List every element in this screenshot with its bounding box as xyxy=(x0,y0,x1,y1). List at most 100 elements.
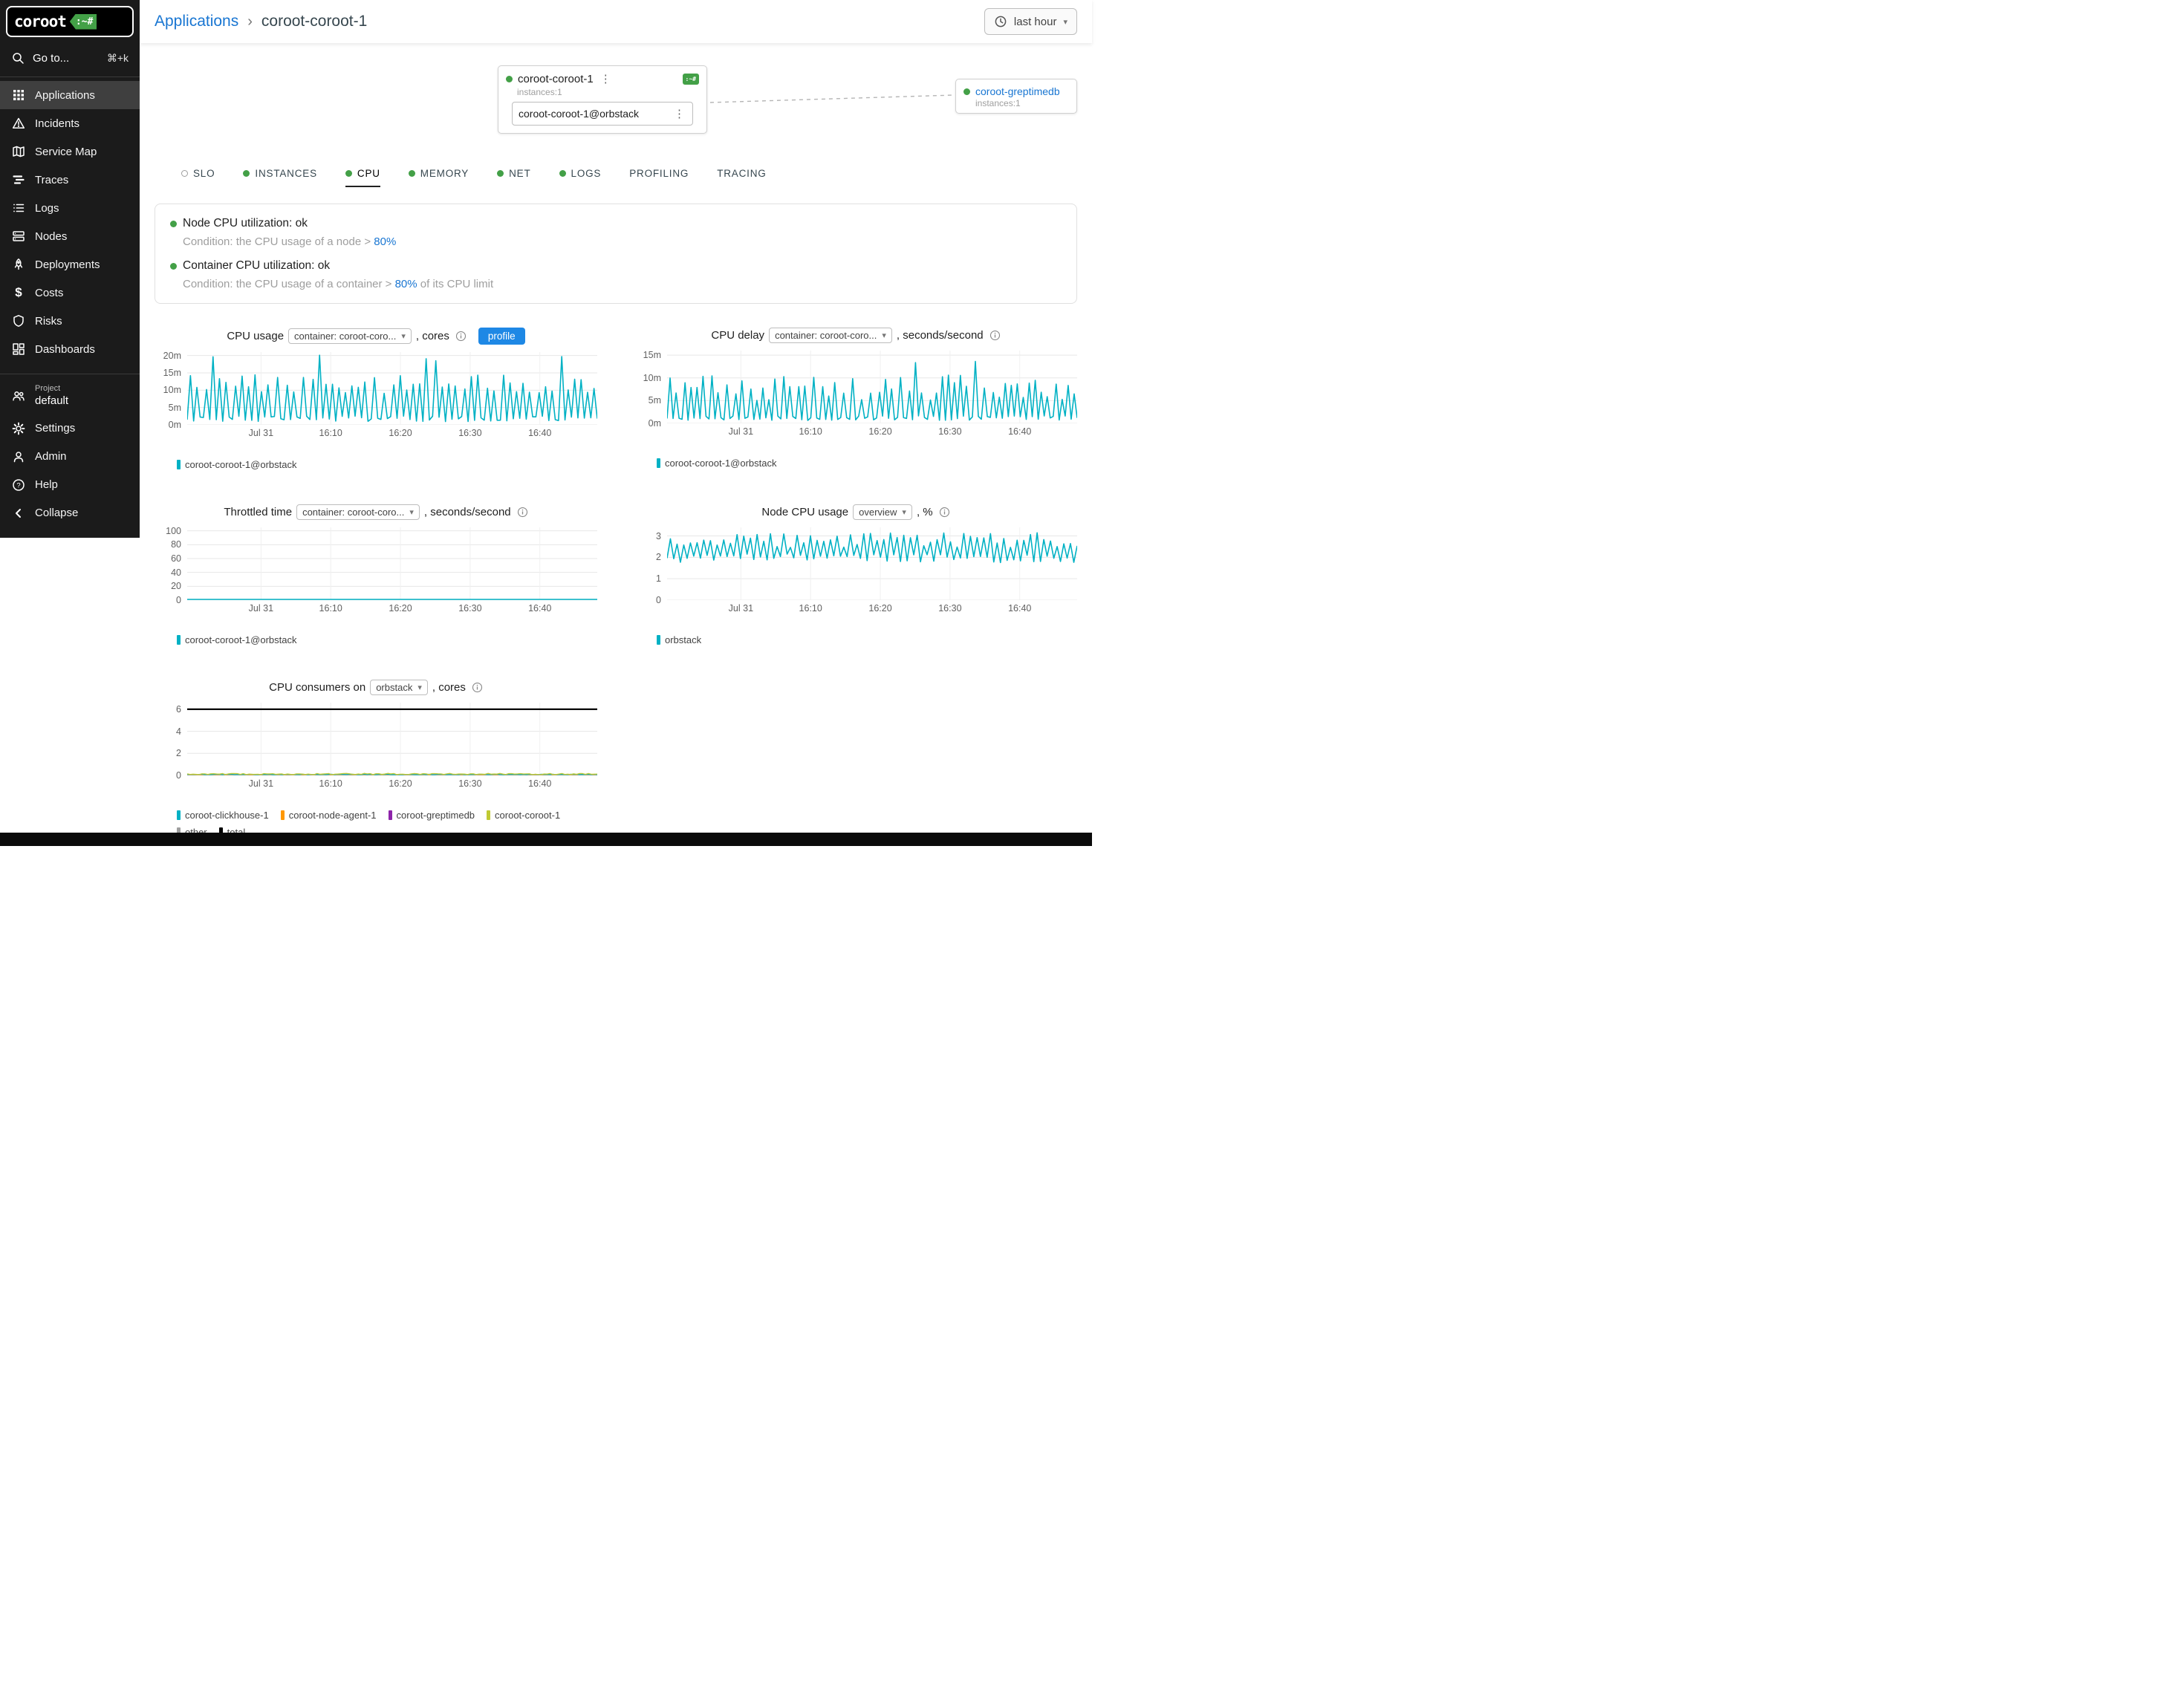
threshold-link[interactable]: 80% xyxy=(374,235,396,248)
sidebar-item-help[interactable]: ? Help xyxy=(0,471,140,499)
traces-icon xyxy=(12,173,25,186)
chart-canvas[interactable] xyxy=(187,703,597,775)
tab-slo[interactable]: SLO xyxy=(181,168,215,187)
info-icon[interactable] xyxy=(939,507,950,518)
info-icon[interactable] xyxy=(517,507,528,518)
sidebar-item-incidents[interactable]: Incidents xyxy=(0,109,140,137)
legend-item[interactable]: coroot-coroot-1 xyxy=(487,810,560,821)
x-axis-label: 16:40 xyxy=(528,778,551,789)
legend-item[interactable]: coroot-coroot-1@orbstack xyxy=(177,634,296,645)
tab-instances[interactable]: INSTANCES xyxy=(243,168,316,187)
sidebar-item-label: Settings xyxy=(35,422,75,435)
report-tabs: SLO INSTANCES CPU MEMORY NET LOGS PROFIL… xyxy=(155,168,1077,187)
node-selector[interactable]: orbstack▾ xyxy=(370,680,428,695)
chart-canvas[interactable] xyxy=(667,351,1077,423)
legend-label: coroot-coroot-1 xyxy=(495,810,560,821)
sidebar-item-risks[interactable]: Risks xyxy=(0,307,140,335)
x-axis-label: 16:20 xyxy=(389,428,412,438)
sidebar-item-label: Logs xyxy=(35,202,59,215)
tab-cpu[interactable]: CPU xyxy=(345,168,380,187)
x-axis-label: Jul 31 xyxy=(729,603,753,614)
charts-grid: CPU usage container: coroot-coro...▾ , c… xyxy=(155,328,1077,838)
x-axis-label: 16:20 xyxy=(868,426,891,437)
info-icon[interactable] xyxy=(472,682,483,693)
project-switcher[interactable]: Project default xyxy=(0,378,140,414)
x-axis-label: 16:20 xyxy=(389,778,412,789)
sidebar-item-label: Nodes xyxy=(35,230,67,243)
legend-item[interactable]: coroot-greptimedb xyxy=(389,810,475,821)
chart-canvas[interactable] xyxy=(187,527,597,600)
chart-canvas[interactable] xyxy=(187,352,597,425)
chart-legend: coroot-coroot-1@orbstack xyxy=(177,634,597,645)
tab-memory[interactable]: MEMORY xyxy=(409,168,469,187)
sidebar-item-settings[interactable]: Settings xyxy=(0,414,140,443)
legend-label: coroot-node-agent-1 xyxy=(289,810,377,821)
project-name: default xyxy=(35,394,68,409)
series-selector[interactable]: container: coroot-coro...▾ xyxy=(296,504,420,520)
search-icon xyxy=(11,51,25,65)
coroot-logo[interactable]: coroot :~# xyxy=(6,6,134,37)
tab-profiling[interactable]: PROFILING xyxy=(629,168,689,187)
time-range-picker[interactable]: last hour ▾ xyxy=(984,8,1077,35)
sidebar-item-logs[interactable]: Logs xyxy=(0,194,140,222)
breadcrumb-applications[interactable]: Applications xyxy=(155,13,238,30)
x-axis: Jul 3116:1016:2016:3016:40 xyxy=(667,426,1077,440)
x-axis-label: 16:30 xyxy=(938,426,961,437)
chevron-right-icon: › xyxy=(247,13,253,30)
bottom-bar xyxy=(0,833,1092,846)
info-icon[interactable] xyxy=(989,330,1001,341)
kebab-menu-icon[interactable]: ⋮ xyxy=(672,107,686,120)
instances-label: instances:1 xyxy=(517,87,699,97)
kebab-menu-icon[interactable]: ⋮ xyxy=(599,72,613,85)
cpu-checks-panel: Node CPU utilization: ok Condition: the … xyxy=(155,204,1077,304)
app-card-coroot-coroot-1[interactable]: coroot-coroot-1 ⋮ :~# instances:1 coroot… xyxy=(498,65,707,134)
profile-button[interactable]: profile xyxy=(478,328,525,345)
tab-net[interactable]: NET xyxy=(497,168,530,187)
threshold-link[interactable]: 80% xyxy=(395,278,417,290)
y-axis-label: 0 xyxy=(656,595,661,605)
y-axis-label: 10m xyxy=(643,373,661,383)
grid-icon xyxy=(12,88,25,102)
y-axis-label: 1 xyxy=(656,573,661,584)
linked-app-title[interactable]: coroot-greptimedb xyxy=(975,85,1060,97)
sidebar-item-traces[interactable]: Traces xyxy=(0,166,140,194)
plot-area xyxy=(667,351,1077,423)
series-selector[interactable]: overview▾ xyxy=(853,504,912,520)
info-icon[interactable] xyxy=(455,331,467,342)
sidebar-item-label: Help xyxy=(35,478,58,491)
x-axis-label: 16:30 xyxy=(458,428,481,438)
sidebar-item-dashboards[interactable]: Dashboards xyxy=(0,335,140,363)
check-node-cpu: Node CPU utilization: ok xyxy=(170,217,1062,230)
chart-cpu-delay: CPU delay container: coroot-coro...▾ , s… xyxy=(634,328,1077,470)
goto-shortcut: ⌘+k xyxy=(107,52,129,65)
check-title: Container CPU utilization: ok xyxy=(183,259,330,273)
goto-search[interactable]: Go to... ⌘+k xyxy=(0,43,140,73)
y-axis: 20m15m10m5m0m xyxy=(155,352,187,425)
legend-item[interactable]: orbstack xyxy=(657,634,701,645)
caret-down-icon: ▾ xyxy=(1063,17,1067,27)
x-axis-label: 16:20 xyxy=(389,603,412,614)
sidebar-item-admin[interactable]: Admin xyxy=(0,443,140,471)
sidebar-item-costs[interactable]: $ Costs xyxy=(0,279,140,307)
tab-logs[interactable]: LOGS xyxy=(559,168,602,187)
sidebar-item-collapse[interactable]: Collapse xyxy=(0,499,140,527)
tab-tracing[interactable]: TRACING xyxy=(717,168,766,187)
y-axis-label: 0 xyxy=(176,595,181,605)
legend-label: orbstack xyxy=(665,634,701,645)
chart-canvas[interactable] xyxy=(667,527,1077,600)
legend-item[interactable]: coroot-clickhouse-1 xyxy=(177,810,269,821)
series-selector[interactable]: container: coroot-coro...▾ xyxy=(288,328,412,344)
sidebar-item-label: Costs xyxy=(35,287,63,299)
app-card-coroot-greptimedb[interactable]: coroot-greptimedb instances:1 xyxy=(955,79,1077,114)
legend-item[interactable]: coroot-coroot-1@orbstack xyxy=(177,459,296,470)
sidebar-item-nodes[interactable]: Nodes xyxy=(0,222,140,250)
legend-item[interactable]: coroot-node-agent-1 xyxy=(281,810,377,821)
sidebar-item-deployments[interactable]: Deployments xyxy=(0,250,140,279)
chart-title-text: CPU usage xyxy=(227,330,284,342)
sidebar-item-service-map[interactable]: Service Map xyxy=(0,137,140,166)
sidebar-item-applications[interactable]: Applications xyxy=(0,81,140,109)
plot-area xyxy=(667,527,1077,600)
instance-item[interactable]: coroot-coroot-1@orbstack ⋮ xyxy=(512,102,693,126)
legend-item[interactable]: coroot-coroot-1@orbstack xyxy=(657,458,776,469)
series-selector[interactable]: container: coroot-coro...▾ xyxy=(769,328,892,343)
